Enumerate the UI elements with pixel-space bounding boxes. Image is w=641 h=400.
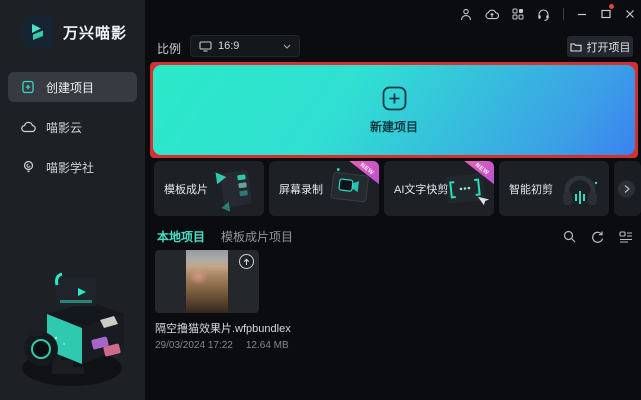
card-smart-cut[interactable]: 智能初剪: [499, 161, 609, 216]
ratio-dropdown[interactable]: 16:9: [190, 35, 300, 57]
maximize-icon[interactable]: [601, 4, 615, 21]
project-item[interactable]: 隔空撸猫效果片.wfpbundlex 29/03/2024 17:22 12.6…: [155, 250, 291, 351]
projects-header: 本地项目 模板成片项目: [157, 228, 633, 245]
monitor-icon: [199, 40, 212, 52]
bulb-icon: [20, 160, 36, 174]
sidebar-item-create-project[interactable]: 创建项目: [8, 72, 137, 102]
card-label: 模板成片: [164, 183, 208, 196]
card-label: 智能初剪: [509, 183, 553, 196]
app-logo-row: 万兴喵影: [22, 16, 127, 48]
headset-icon[interactable]: [537, 7, 550, 21]
card-carousel-next[interactable]: [614, 161, 641, 216]
sidebar-illustration: [12, 252, 132, 392]
cloud-icon: [20, 121, 36, 133]
plus-icon: [382, 86, 407, 111]
grid-icon[interactable]: [512, 7, 524, 21]
cloud-upload-icon[interactable]: [239, 254, 254, 269]
project-name: 隔空撸猫效果片.wfpbundlex: [155, 323, 291, 335]
folder-icon: [569, 42, 582, 52]
chevron-right-icon: [618, 180, 635, 197]
app-logo-icon: [22, 16, 54, 48]
clapperboard-art: [206, 165, 262, 213]
project-date: 29/03/2024 17:22: [155, 340, 233, 351]
cat-video-thumbnail: [186, 250, 228, 313]
card-template-video[interactable]: 模板成片: [154, 161, 264, 216]
open-project-label: 打开项目: [586, 41, 631, 54]
new-project-banner-highlight: 新建项目: [150, 62, 638, 158]
card-screen-record[interactable]: NEW 屏幕录制: [269, 161, 379, 216]
refresh-icon[interactable]: [591, 230, 604, 243]
sidebar-item-cloud[interactable]: 喵影云: [8, 112, 137, 142]
tab-local-projects[interactable]: 本地项目: [157, 228, 205, 245]
quick-action-cards: 模板成片 NEW 屏幕录制 NEW AI文字快剪 智能初剪: [154, 161, 641, 216]
search-icon[interactable]: [563, 230, 576, 243]
user-icon[interactable]: [460, 7, 472, 21]
sidebar-menu: 创建项目 喵影云 喵影学社: [8, 72, 137, 182]
card-label: 屏幕录制: [279, 183, 323, 196]
chevron-down-icon: [283, 44, 291, 49]
project-meta: 29/03/2024 17:22 12.64 MB: [155, 340, 289, 351]
card-label: AI文字快剪: [394, 183, 449, 196]
titlebar-divider: [562, 8, 564, 20]
headphones-art: [553, 165, 607, 213]
cloud-upload-icon[interactable]: [485, 7, 499, 21]
new-project-label: 新建项目: [369, 119, 418, 134]
minimize-icon[interactable]: [577, 7, 588, 21]
sidebar-item-label: 创建项目: [46, 80, 95, 95]
file-plus-icon: [20, 80, 36, 94]
ratio-label: 比例: [157, 42, 182, 56]
app-title: 万兴喵影: [63, 24, 128, 42]
project-size: 12.64 MB: [245, 340, 289, 351]
open-project-button[interactable]: 打开项目: [567, 36, 633, 57]
new-project-banner[interactable]: 新建项目: [153, 65, 635, 155]
sidebar-item-label: 喵影云: [46, 120, 83, 135]
ratio-value: 16:9: [218, 40, 240, 52]
project-thumbnail[interactable]: [155, 250, 259, 313]
projects-tools: [563, 230, 633, 243]
close-icon[interactable]: [624, 7, 635, 21]
update-dot: [609, 4, 615, 9]
sidebar-item-label: 喵影学社: [46, 160, 95, 175]
sidebar-item-academy[interactable]: 喵影学社: [8, 152, 137, 182]
sort-icon[interactable]: [619, 230, 633, 243]
sidebar: 万兴喵影 创建项目 喵影云 喵影学社: [0, 0, 145, 400]
tab-template-projects[interactable]: 模板成片项目: [221, 228, 293, 245]
card-ai-text-cut[interactable]: NEW AI文字快剪: [384, 161, 494, 216]
titlebar: [460, 4, 635, 23]
